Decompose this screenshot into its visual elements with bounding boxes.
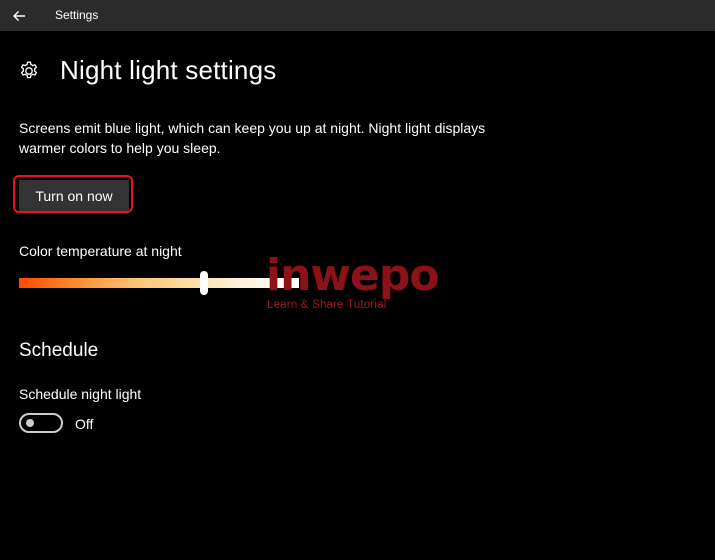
night-light-description: Screens emit blue light, which can keep … xyxy=(19,120,486,156)
settings-window: Settings Night light settings Screens em… xyxy=(0,0,715,560)
back-button[interactable] xyxy=(0,0,38,31)
color-temperature-label: Color temperature at night xyxy=(19,243,182,259)
window-title: Settings xyxy=(55,8,99,22)
slider-thumb[interactable] xyxy=(199,271,208,295)
watermark-logo: inwepo Learn & Share Tutorial xyxy=(266,252,466,314)
toggle-state-label: Off xyxy=(75,416,94,432)
title-bar: Settings xyxy=(0,0,715,31)
schedule-toggle[interactable] xyxy=(19,413,63,433)
schedule-heading: Schedule xyxy=(19,340,99,361)
schedule-night-light-label: Schedule night light xyxy=(19,386,142,402)
gear-icon xyxy=(20,61,38,79)
toggle-knob xyxy=(26,419,34,427)
watermark-tagline: Learn & Share Tutorial xyxy=(267,299,387,311)
color-temperature-slider[interactable] xyxy=(19,278,299,288)
back-arrow-icon xyxy=(13,10,25,21)
turn-on-now-button[interactable]: Turn on now xyxy=(19,180,129,211)
page-title: Night light settings xyxy=(60,55,277,85)
watermark-word: inwepo xyxy=(266,250,440,301)
